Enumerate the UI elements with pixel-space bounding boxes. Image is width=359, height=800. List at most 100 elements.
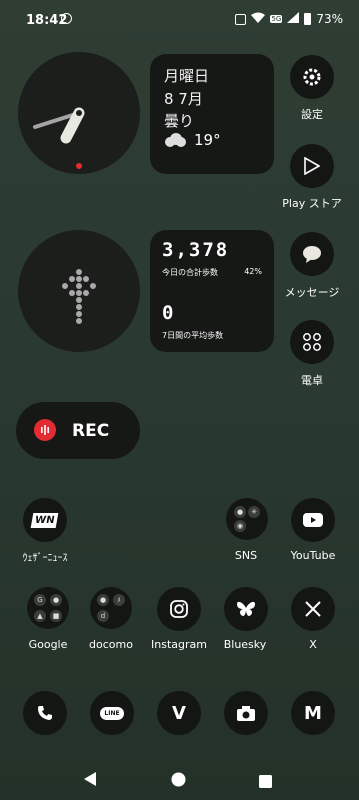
calculator-icon	[290, 320, 334, 364]
weather-condition: 曇り	[164, 112, 195, 130]
folder-sns[interactable]: ● ✳ ◉	[226, 498, 268, 540]
app-instagram[interactable]	[157, 587, 201, 631]
folder-app-icon: ﾒ	[113, 594, 125, 606]
app-x[interactable]	[291, 587, 335, 631]
nav-home-button[interactable]	[171, 772, 186, 791]
dock-phone[interactable]	[23, 691, 67, 735]
app-messages[interactable]	[290, 232, 334, 276]
steps-count: 3,378	[162, 239, 230, 261]
folder-app-icon: ▲	[34, 610, 46, 622]
app-label-settings: 設定	[301, 108, 323, 121]
arrow-dot	[83, 290, 89, 296]
folder-docomo[interactable]: ● ﾒ d	[90, 587, 132, 629]
app-label-bluesky: Bluesky	[223, 638, 267, 651]
folder-app-icon: ●	[234, 506, 246, 518]
battery-icon	[304, 13, 312, 25]
app-label-youtube: YouTube	[290, 549, 336, 562]
app-bluesky[interactable]	[224, 587, 268, 631]
app-label-docomo: docomo	[89, 638, 133, 651]
vivaldi-letter: V	[172, 702, 186, 724]
app-label-instagram: Instagram	[151, 638, 207, 651]
line-label: LINE	[100, 706, 124, 720]
folder-app-icon: ◉	[234, 520, 246, 532]
arrow-dot	[62, 283, 68, 289]
app-label-calculator: 電卓	[301, 374, 323, 387]
folder-app-icon: ●	[97, 594, 109, 606]
folder-app-icon: d	[97, 610, 109, 622]
battery-percent: 73%	[316, 12, 343, 26]
arrow-dot	[90, 283, 96, 289]
recorder-widget[interactable]: REC	[16, 402, 140, 459]
phone-icon	[23, 691, 67, 735]
steps-percent: 42%	[244, 267, 262, 276]
messages-icon	[290, 232, 334, 276]
gmail-letter: M	[304, 702, 322, 724]
gmail-icon: M	[291, 691, 335, 735]
status-bar: 18:42 5G 73%	[0, 0, 359, 40]
arrow-dot	[76, 283, 82, 289]
weather-temperature: 19°	[194, 131, 221, 149]
signal-icon	[287, 12, 300, 26]
recents-icon	[259, 775, 272, 788]
folder-google[interactable]: G ● ▲ ■	[27, 587, 69, 629]
weather-widget[interactable]: 月曜日 8 7月 曇り 19°	[150, 54, 274, 174]
steps-today-label: 今日の合計歩数	[162, 268, 218, 277]
app-play-store[interactable]	[290, 144, 334, 188]
dock-gmail[interactable]: M	[291, 691, 335, 735]
steps-average-value: 0	[162, 302, 176, 324]
camera-icon	[224, 691, 268, 735]
dock-camera[interactable]	[224, 691, 268, 735]
folder-app-icon: ■	[50, 610, 62, 622]
play-store-icon	[290, 144, 334, 188]
vivaldi-icon: V	[157, 691, 201, 735]
step-arrow-icon	[62, 269, 96, 324]
app-calculator[interactable]	[290, 320, 334, 364]
nfc-icon	[235, 13, 247, 25]
app-label-messages: メッセージ	[284, 286, 340, 299]
folder-app-icon: ●	[50, 594, 62, 606]
folder-app-icon: ✳	[248, 506, 260, 518]
analog-clock-widget[interactable]	[18, 52, 140, 174]
network-badge: 5G	[270, 15, 283, 23]
status-icons: 5G 73%	[235, 12, 343, 26]
arrow-dot	[69, 276, 75, 282]
app-label-sns: SNS	[234, 549, 258, 562]
arrow-dot	[83, 276, 89, 282]
gear-icon	[290, 55, 334, 99]
rec-label: REC	[72, 421, 110, 441]
home-icon	[171, 772, 186, 787]
arrow-dot	[76, 318, 82, 324]
arrow-dot	[76, 290, 82, 296]
weather-date: 8 7月	[164, 90, 203, 108]
app-label-google: Google	[28, 638, 68, 651]
dock-vivaldi[interactable]: V	[157, 691, 201, 735]
app-youtube[interactable]	[291, 498, 335, 542]
bluesky-icon	[224, 587, 268, 631]
weather-temp-row: 19°	[164, 131, 221, 149]
steps-average-label: 7日間の平均歩数	[162, 331, 224, 340]
steps-widget[interactable]: 3,378 今日の合計歩数 42% 0 7日間の平均歩数	[150, 230, 274, 352]
steps-arrow-widget[interactable]	[18, 230, 140, 352]
app-weathernews[interactable]: WN	[23, 498, 67, 542]
youtube-icon	[291, 498, 335, 542]
x-icon	[291, 587, 335, 631]
notification-icon	[61, 13, 72, 24]
weathernews-badge: WN	[30, 512, 60, 528]
weathernews-icon: WN	[23, 498, 67, 542]
record-icon	[34, 419, 56, 441]
nav-recents-button[interactable]	[259, 773, 272, 792]
arrow-dot	[69, 290, 75, 296]
arrow-dot	[76, 304, 82, 310]
arrow-dot	[76, 297, 82, 303]
folder-app-icon: G	[34, 594, 46, 606]
arrow-dot	[76, 311, 82, 317]
cloud-icon	[165, 133, 186, 147]
arrow-dot	[76, 276, 82, 282]
app-label-x: X	[309, 638, 317, 651]
wifi-icon	[251, 12, 266, 26]
dock-line[interactable]: LINE	[90, 691, 134, 735]
nav-back-button[interactable]	[83, 771, 97, 791]
app-settings[interactable]	[290, 55, 334, 99]
arrow-dot	[76, 269, 82, 275]
app-label-play-store: Play ストア	[282, 197, 342, 210]
